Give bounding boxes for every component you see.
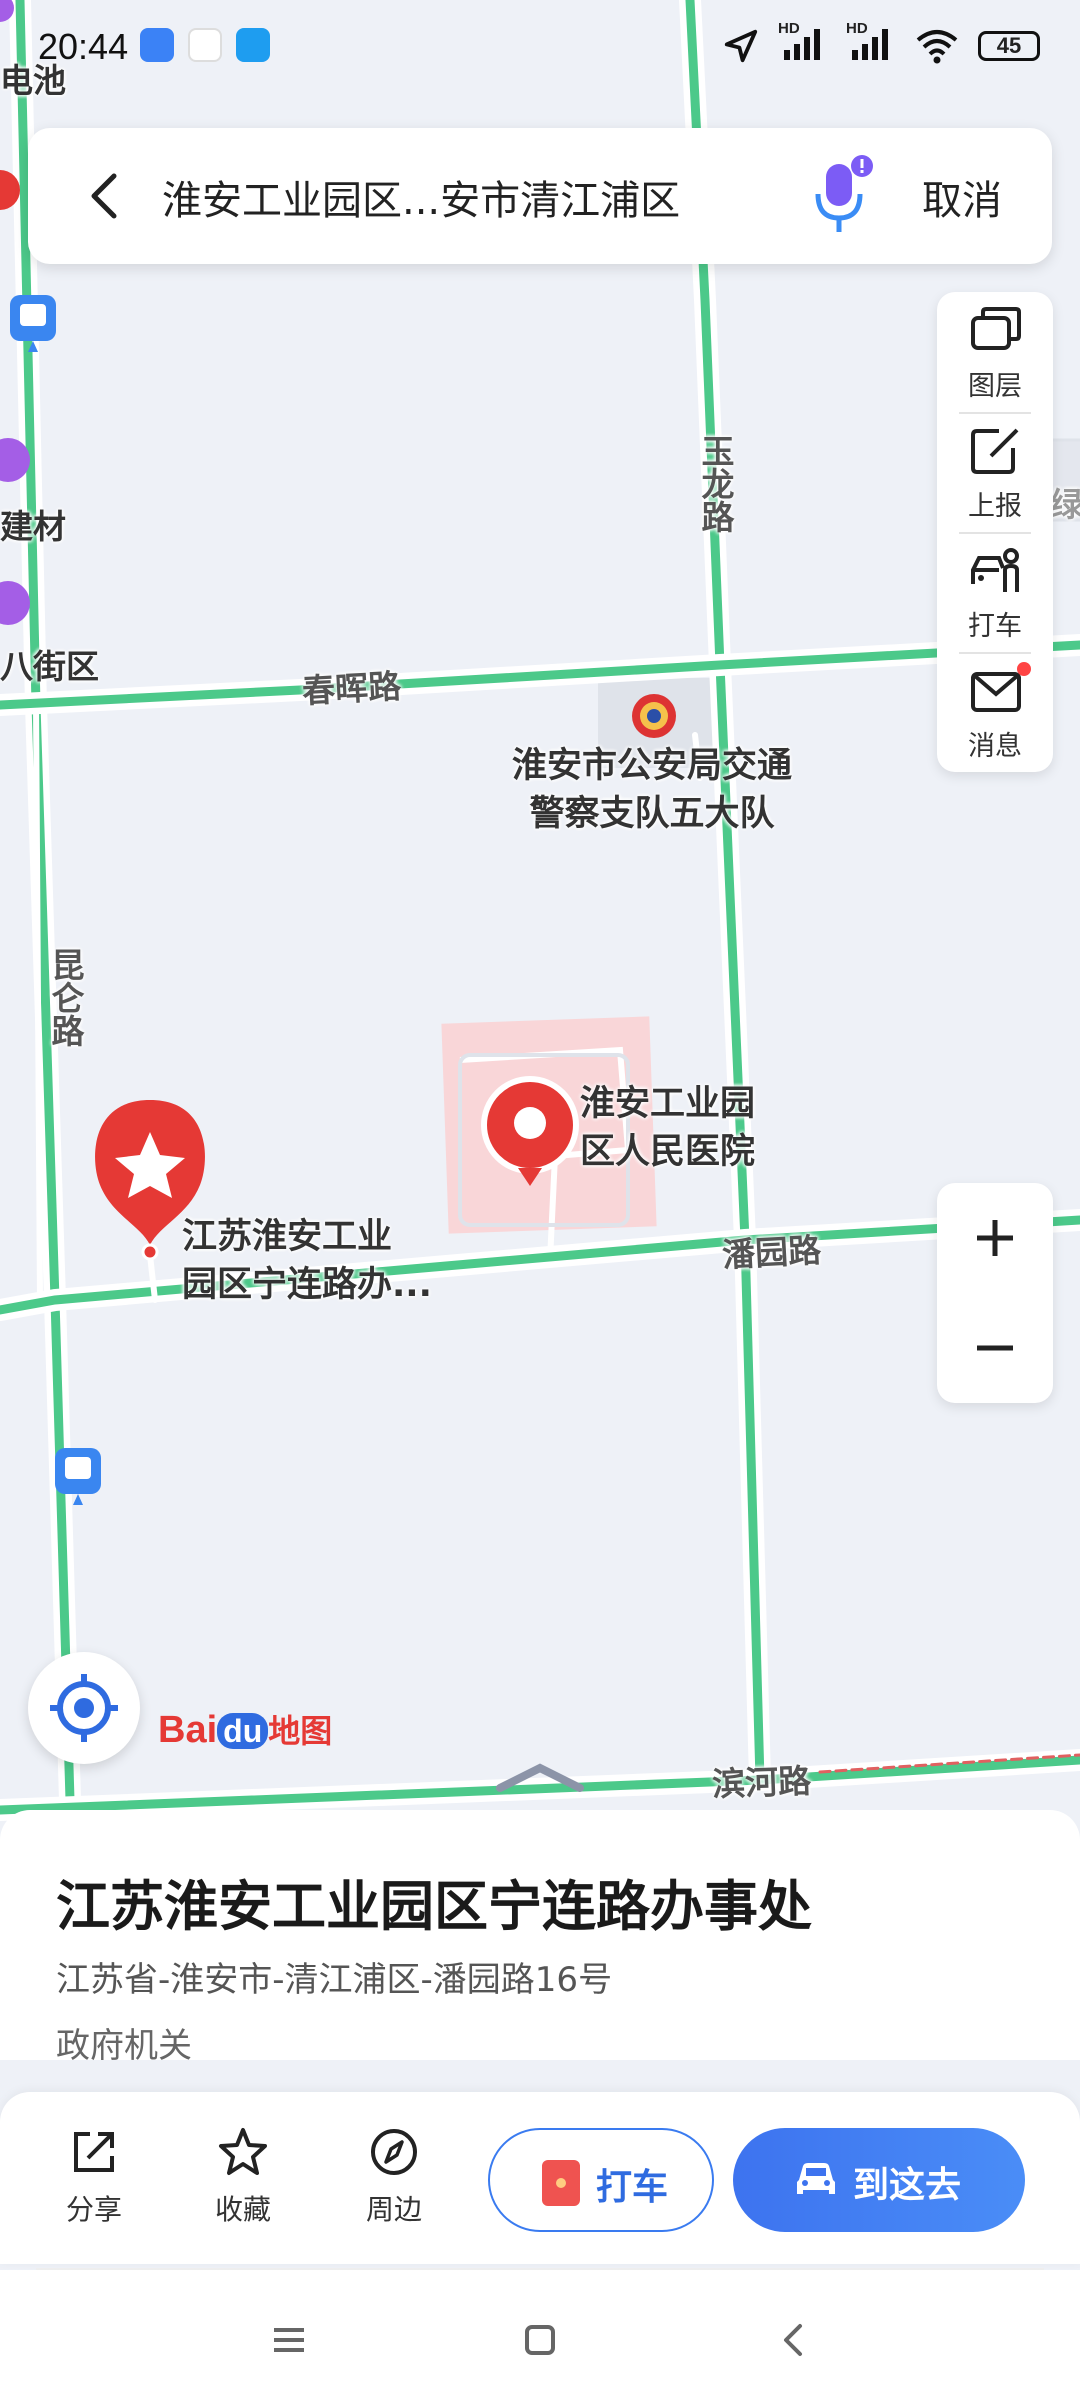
action-bar: 分享 收藏 周边 打车 到这去 — [0, 2092, 1080, 2264]
report-icon — [971, 428, 1019, 474]
road-label-panyuan: 潘园路 — [721, 1230, 823, 1275]
go-here-label: 到这去 — [853, 2165, 962, 2206]
road-label-kunlun-text: 昆仑路 — [46, 948, 85, 1047]
go-here-button[interactable]: 到这去 — [733, 2128, 1025, 2232]
taxi-person-icon — [971, 548, 1019, 592]
poi-label-right-partial: 绿 — [1050, 485, 1080, 524]
poi-label-jiequ-partial: 八街区 — [0, 647, 99, 686]
poi-label-hospital-line2: 区人民医院 — [580, 1132, 756, 1172]
menu-icon[interactable] — [258, 2310, 318, 2370]
compass-icon — [371, 2129, 417, 2175]
poi-label-selected[interactable]: 江苏淮安工业 园区宁连路办... — [182, 1213, 432, 1309]
message-icon — [971, 672, 1021, 712]
zoom-controls — [937, 1183, 1053, 1403]
road-label-yulong: 玉龙路 — [696, 434, 736, 533]
poi-label-hospital-line1: 淮安工业园 — [580, 1084, 756, 1124]
road-label-kunlun: 昆仑路 — [46, 948, 86, 1047]
taxi-button[interactable]: 打车 — [488, 2128, 714, 2232]
location-arrow-icon — [724, 29, 758, 63]
taxi-tool-button[interactable]: 打车 — [937, 532, 1053, 652]
search-bar[interactable]: 淮安工业园区...安市清江浦区 取消 — [28, 128, 1052, 264]
poi-label-police[interactable]: 淮安市公安局交通 警察支队五大队 — [512, 742, 792, 838]
zoom-in-icon[interactable] — [937, 1183, 1053, 1293]
search-query[interactable]: 淮安工业园区...安市清江浦区 — [162, 168, 680, 226]
cancel-button[interactable]: 取消 — [922, 168, 1002, 226]
place-address: 江苏省-淮安市-清江浦区-潘园路16号 — [56, 1960, 613, 2000]
home-icon[interactable] — [510, 2310, 570, 2370]
poi-label-hospital[interactable]: 淮安工业园 区人民医院 — [580, 1080, 755, 1176]
hd-label: HD — [846, 20, 868, 37]
logo-bai: Bai — [158, 1709, 218, 1751]
share-button[interactable]: 分享 — [34, 2126, 154, 2228]
unread-badge — [1017, 662, 1031, 676]
messages-label: 消息 — [968, 731, 1022, 762]
nearby-label: 周边 — [365, 2193, 422, 2226]
report-label: 上报 — [968, 491, 1022, 522]
logo-ditu: 地图 — [268, 1713, 333, 1749]
taxi-tool-label: 打车 — [968, 611, 1022, 642]
map-tools-panel: 图层 上报 打车 消息 — [937, 292, 1053, 772]
car-icon — [797, 2163, 835, 2194]
app-notification-icon — [236, 28, 270, 62]
system-nav-bar — [0, 2270, 1080, 2400]
status-bar: 20:44 HD HD 45 — [0, 0, 1080, 95]
taxi-label: 打车 — [596, 2167, 669, 2208]
police-emblem-icon[interactable] — [632, 694, 676, 738]
road-label-yulong-text: 玉龙路 — [696, 434, 735, 533]
red-packet-icon — [542, 2160, 580, 2206]
place-title: 江苏淮安工业园区宁连路办事处 — [56, 1875, 812, 1938]
back-arrow-icon[interactable] — [76, 166, 136, 226]
baidu-map-logo: Bai du 地图 — [158, 1706, 332, 1752]
poi-label-police-line1: 淮安市公安局交通 — [512, 746, 793, 786]
status-icons: HD HD 45 — [722, 20, 1040, 66]
place-category: 政府机关 — [56, 2026, 192, 2066]
favorite-label: 收藏 — [214, 2193, 271, 2226]
nearby-button[interactable]: 周边 — [334, 2126, 454, 2228]
place-info-card[interactable]: 江苏淮安工业园区宁连路办事处 江苏省-淮安市-清江浦区-潘园路16号 政府机关 — [0, 1810, 1080, 2066]
battery-indicator: 45 — [978, 31, 1040, 61]
share-label: 分享 — [65, 2193, 122, 2226]
layers-label: 图层 — [968, 371, 1022, 402]
status-time: 20:44 — [38, 26, 129, 67]
layers-button[interactable]: 图层 — [937, 292, 1053, 412]
road-label-chunhui: 春晖路 — [301, 666, 403, 711]
favorite-button[interactable]: 收藏 — [183, 2126, 303, 2228]
my-location-button[interactable] — [28, 1652, 140, 1764]
report-button[interactable]: 上报 — [937, 412, 1053, 532]
layers-icon — [971, 307, 1021, 350]
zoom-out-icon[interactable] — [937, 1293, 1053, 1403]
road-label-binhe: 滨河路 — [711, 1761, 812, 1804]
wifi-icon — [916, 30, 958, 64]
logo-du: du — [217, 1713, 269, 1749]
poi-label-selected-line2: 园区宁连路办... — [182, 1265, 432, 1305]
star-icon — [219, 2128, 267, 2175]
voice-mic-icon[interactable] — [804, 154, 884, 238]
share-icon — [74, 2132, 114, 2172]
poi-label-jiancai-partial: 建材 — [0, 507, 66, 546]
app-notification-icon — [188, 28, 222, 62]
notification-icons — [140, 28, 270, 62]
poi-label-police-line2: 警察支队五大队 — [529, 794, 775, 834]
app-notification-icon — [140, 28, 174, 62]
poi-label-selected-line1: 江苏淮安工业 — [182, 1217, 393, 1257]
back-icon[interactable] — [764, 2310, 824, 2370]
messages-button[interactable]: 消息 — [937, 652, 1053, 772]
locate-crosshair-icon — [50, 1674, 118, 1742]
hd-label: HD — [778, 20, 800, 37]
